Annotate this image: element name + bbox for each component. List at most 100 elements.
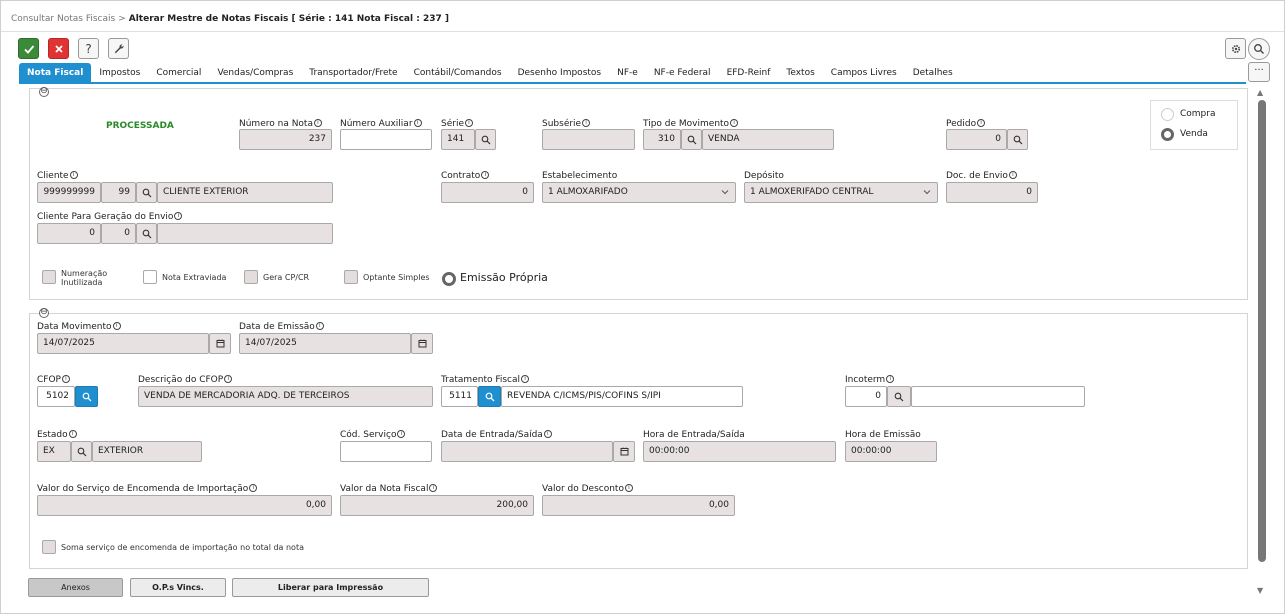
cliente-name-field: CLIENTE EXTERIOR — [157, 182, 333, 203]
estado-code-field[interactable]: EX — [37, 441, 71, 462]
tools-button[interactable] — [108, 38, 129, 59]
serie-field[interactable]: 141 — [441, 129, 475, 150]
tab-efd-reinf[interactable]: EFD-Reinf — [719, 63, 779, 83]
data-movimento-field[interactable]: 14/07/2025 — [37, 333, 209, 354]
hora-entrada-saida-field[interactable]: 00:00:00 — [643, 441, 836, 462]
tab-contabil-comandos[interactable]: Contábil/Comandos — [406, 63, 510, 83]
numeracao-inutilizada-checkbox[interactable] — [42, 270, 56, 284]
tab-detalhes[interactable]: Detalhes — [905, 63, 961, 83]
incoterm-search-button[interactable] — [887, 386, 911, 407]
deposito-value: 1 ALMOXERIFADO CENTRAL — [750, 187, 874, 197]
tipo-movimento-code-field[interactable]: 310 — [643, 129, 681, 150]
cfop-search-button[interactable] — [75, 386, 98, 407]
scroll-up-arrow-icon[interactable]: ▲ — [1257, 88, 1263, 97]
tratamento-fiscal-code-field[interactable]: 5111 — [441, 386, 478, 407]
settings-button[interactable] — [1225, 38, 1246, 59]
pedido-field[interactable]: 0 — [946, 129, 1007, 150]
tab-transportador-frete[interactable]: Transportador/Frete — [301, 63, 405, 83]
soma-servico-checkbox[interactable] — [42, 540, 56, 554]
cliente-branch-field[interactable]: 99 — [101, 182, 136, 203]
liberar-impressao-button[interactable]: Liberar para Impressão — [232, 578, 429, 597]
search-icon — [485, 392, 494, 401]
data-entrada-saida-field[interactable] — [441, 441, 613, 462]
tipo-movimento-search-button[interactable] — [681, 129, 702, 150]
nota-extraviada-checkbox[interactable] — [143, 270, 157, 284]
incoterm-description-field — [911, 386, 1085, 407]
tab-nf-e-federal[interactable]: NF-e Federal — [646, 63, 719, 83]
numero-nota-label: Número na Nota i — [239, 119, 322, 129]
breadcrumb: Consultar Notas Fiscais > Alterar Mestre d… — [11, 14, 449, 24]
cancel-button[interactable] — [48, 38, 69, 59]
header-panel-collapse-toggle[interactable]: ⊖ — [39, 87, 49, 97]
cliente-envio-code-field[interactable]: 0 — [37, 223, 101, 244]
breadcrumb-parent-link[interactable]: Consultar Notas Fiscais — [11, 14, 115, 24]
pedido-label-text: Pedido — [946, 119, 977, 129]
tab-desenho-impostos[interactable]: Desenho Impostos — [510, 63, 610, 83]
tab-comercial[interactable]: Comercial — [148, 63, 209, 83]
gera-cpcr-checkbox[interactable] — [244, 270, 258, 284]
optante-simples-checkbox[interactable] — [344, 270, 358, 284]
data-entrada-saida-calendar-button[interactable] — [613, 441, 635, 462]
numero-nota-field[interactable]: 237 — [239, 129, 332, 150]
contrato-field[interactable]: 0 — [441, 182, 534, 203]
confirm-button[interactable] — [18, 38, 39, 59]
pedido-search-button[interactable] — [1007, 129, 1028, 150]
tipo-movimento-label: Tipo de Movimento i — [643, 119, 739, 129]
tab-nota-fiscal[interactable]: Nota Fiscal — [19, 63, 92, 83]
tab-bar: Nota Fiscal Impostos Comercial Vendas/Compr… — [19, 63, 961, 83]
cliente-envio-branch-field[interactable]: 0 — [101, 223, 136, 244]
search-icon — [687, 135, 696, 144]
vertical-scrollbar-thumb[interactable] — [1258, 100, 1266, 562]
cod-servico-label: Cód. Serviço i — [340, 430, 406, 440]
detail-panel-collapse-toggle[interactable]: ⊖ — [39, 308, 49, 318]
subserie-label-text: Subsérie — [542, 119, 582, 129]
search-icon — [77, 447, 86, 456]
global-search-button[interactable] — [1248, 38, 1270, 60]
data-movimento-calendar-button[interactable] — [209, 333, 231, 354]
check-icon — [23, 44, 34, 54]
incoterm-code-field[interactable]: 0 — [845, 386, 887, 407]
cliente-search-button[interactable] — [136, 182, 157, 203]
doc-envio-field[interactable]: 0 — [946, 182, 1038, 203]
hora-emissao-field[interactable]: 00:00:00 — [845, 441, 937, 462]
data-emissao-calendar-button[interactable] — [411, 333, 433, 354]
tab-campos-livres[interactable]: Campos Livres — [823, 63, 905, 83]
valor-nota-field[interactable]: 200,00 — [340, 495, 534, 516]
data-emissao-field[interactable]: 14/07/2025 — [239, 333, 411, 354]
data-movimento-label: Data Movimento i — [37, 322, 121, 332]
calendar-icon — [418, 339, 426, 348]
ops-vincs-button[interactable]: O.P.s Vincs. — [130, 578, 226, 597]
tratamento-fiscal-search-button[interactable] — [478, 386, 501, 407]
cfop-field[interactable]: 5102 — [37, 386, 75, 407]
tab-textos[interactable]: Textos — [778, 63, 822, 83]
emissao-propria-label: Emissão Própria — [460, 271, 548, 284]
cliente-envio-search-button[interactable] — [136, 223, 157, 244]
scroll-down-arrow-icon[interactable]: ▼ — [1257, 586, 1263, 595]
info-icon: i — [112, 322, 121, 330]
subserie-field[interactable] — [542, 129, 635, 150]
venda-radio[interactable] — [1161, 128, 1174, 141]
estabelecimento-select[interactable]: 1 ALMOXARIFADO — [542, 182, 736, 203]
valor-desconto-field[interactable]: 0,00 — [542, 495, 735, 516]
tab-impostos[interactable]: Impostos — [91, 63, 148, 83]
numero-auxiliar-field[interactable] — [340, 129, 432, 150]
numeracao-inutilizada-label: Numeração Inutilizada — [61, 269, 107, 287]
deposito-select[interactable]: 1 ALMOXERIFADO CENTRAL — [744, 182, 938, 203]
emissao-propria-toggle[interactable] — [442, 272, 456, 286]
valor-servico-encomenda-field[interactable]: 0,00 — [37, 495, 332, 516]
header-divider — [1, 31, 1284, 32]
estado-search-button[interactable] — [71, 441, 92, 462]
tab-nf-e[interactable]: NF-e — [609, 63, 646, 83]
more-options-button[interactable]: ··· — [1248, 62, 1270, 82]
tipo-movimento-label-text: Tipo de Movimento — [643, 119, 730, 129]
cliente-code-field[interactable]: 999999999 — [37, 182, 101, 203]
help-button[interactable]: ? — [78, 38, 99, 59]
anexos-button[interactable]: Anexos — [28, 578, 123, 597]
compra-radio[interactable] — [1161, 108, 1174, 121]
movement-type-group — [1150, 100, 1238, 150]
tab-vendas-compras[interactable]: Vendas/Compras — [209, 63, 301, 83]
cod-servico-field[interactable] — [340, 441, 432, 462]
data-emissao-label: Data de Emissão i — [239, 322, 324, 332]
search-icon — [142, 188, 151, 197]
serie-search-button[interactable] — [475, 129, 496, 150]
